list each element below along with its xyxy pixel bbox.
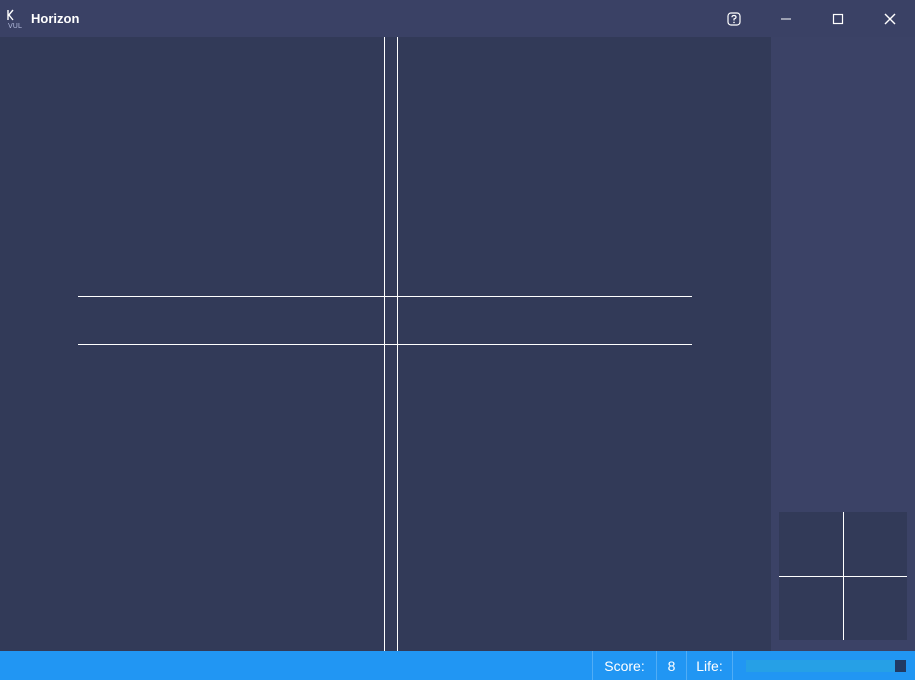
close-icon xyxy=(884,13,896,25)
help-button[interactable] xyxy=(709,0,759,37)
game-viewport[interactable] xyxy=(0,37,771,651)
score-value: 8 xyxy=(656,651,686,680)
minimize-icon xyxy=(780,13,792,25)
minimize-button[interactable] xyxy=(761,0,811,37)
svg-text:VUL: VUL xyxy=(8,22,22,30)
close-button[interactable] xyxy=(865,0,915,37)
life-label: Life: xyxy=(686,651,732,680)
maximize-icon xyxy=(832,13,844,25)
window-title: Horizon xyxy=(31,11,80,26)
life-bar-fill xyxy=(746,660,895,672)
app-logo-icon: VUL xyxy=(5,8,27,30)
help-icon xyxy=(727,11,741,26)
side-panel xyxy=(771,37,915,651)
title-bar: VUL Horizon xyxy=(0,0,915,37)
maximize-button[interactable] xyxy=(813,0,863,37)
life-bar xyxy=(746,660,906,672)
score-label: Score: xyxy=(592,651,656,680)
minimap xyxy=(779,512,907,640)
